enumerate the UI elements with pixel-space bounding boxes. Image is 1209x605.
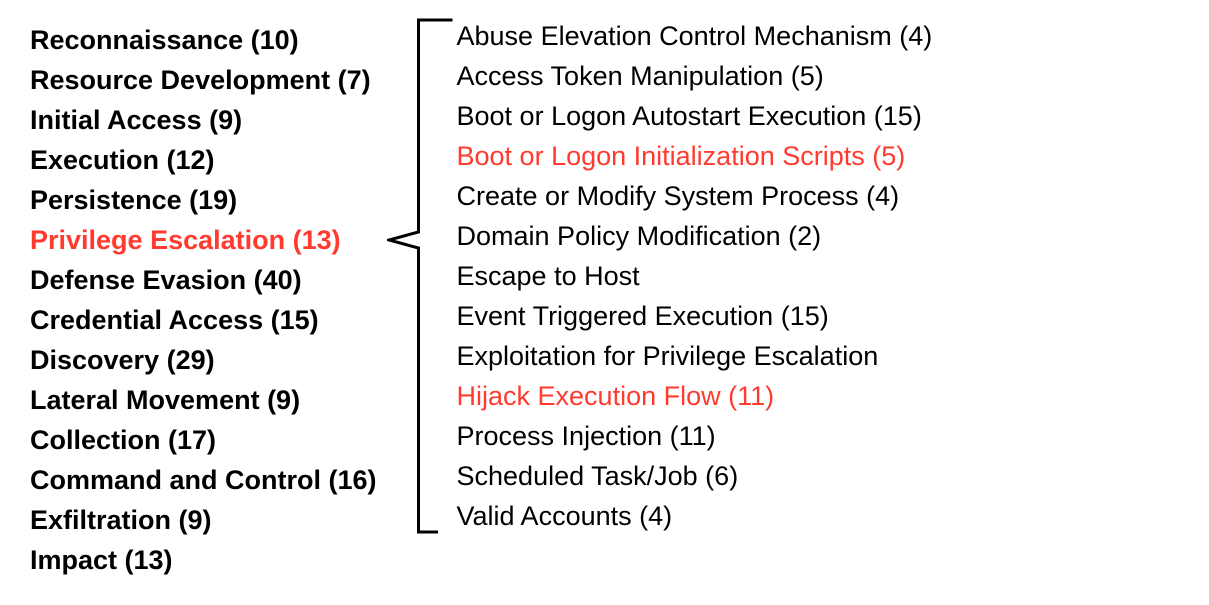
technique-item[interactable]: Escape to Host — [457, 256, 933, 296]
tactic-item[interactable]: Execution (12) — [30, 140, 377, 180]
tactic-item[interactable]: Initial Access (9) — [30, 100, 377, 140]
technique-item[interactable]: Create or Modify System Process (4) — [457, 176, 933, 216]
technique-item[interactable]: Domain Policy Modification (2) — [457, 216, 933, 256]
technique-item[interactable]: Abuse Elevation Control Mechanism (4) — [457, 16, 933, 56]
technique-item[interactable]: Boot or Logon Autostart Execution (15) — [457, 96, 933, 136]
tactic-item[interactable]: Collection (17) — [30, 420, 377, 460]
tactic-item[interactable]: Credential Access (15) — [30, 300, 377, 340]
technique-item[interactable]: Valid Accounts (4) — [457, 496, 933, 536]
technique-item[interactable]: Access Token Manipulation (5) — [457, 56, 933, 96]
tactic-item[interactable]: Privilege Escalation (13) — [30, 220, 377, 260]
technique-item[interactable]: Scheduled Task/Job (6) — [457, 456, 933, 496]
tactic-item[interactable]: Reconnaissance (10) — [30, 20, 377, 60]
tactic-item[interactable]: Resource Development (7) — [30, 60, 377, 100]
tactic-item[interactable]: Defense Evasion (40) — [30, 260, 377, 300]
technique-item[interactable]: Event Triggered Execution (15) — [457, 296, 933, 336]
technique-item[interactable]: Exploitation for Privilege Escalation — [457, 336, 933, 376]
techniques-list: Abuse Elevation Control Mechanism (4)Acc… — [457, 16, 933, 536]
technique-item[interactable]: Hijack Execution Flow (11) — [457, 376, 933, 416]
tactic-item[interactable]: Persistence (19) — [30, 180, 377, 220]
tactic-item[interactable]: Discovery (29) — [30, 340, 377, 380]
tactic-item[interactable]: Impact (13) — [30, 540, 377, 580]
tactic-item[interactable]: Command and Control (16) — [30, 460, 377, 500]
tactic-item[interactable]: Exfiltration (9) — [30, 500, 377, 540]
tactics-list: Reconnaissance (10)Resource Development … — [30, 20, 377, 580]
technique-item[interactable]: Process Injection (11) — [457, 416, 933, 456]
expansion-bracket — [387, 10, 457, 542]
technique-item[interactable]: Boot or Logon Initialization Scripts (5) — [457, 136, 933, 176]
tactic-item[interactable]: Lateral Movement (9) — [30, 380, 377, 420]
